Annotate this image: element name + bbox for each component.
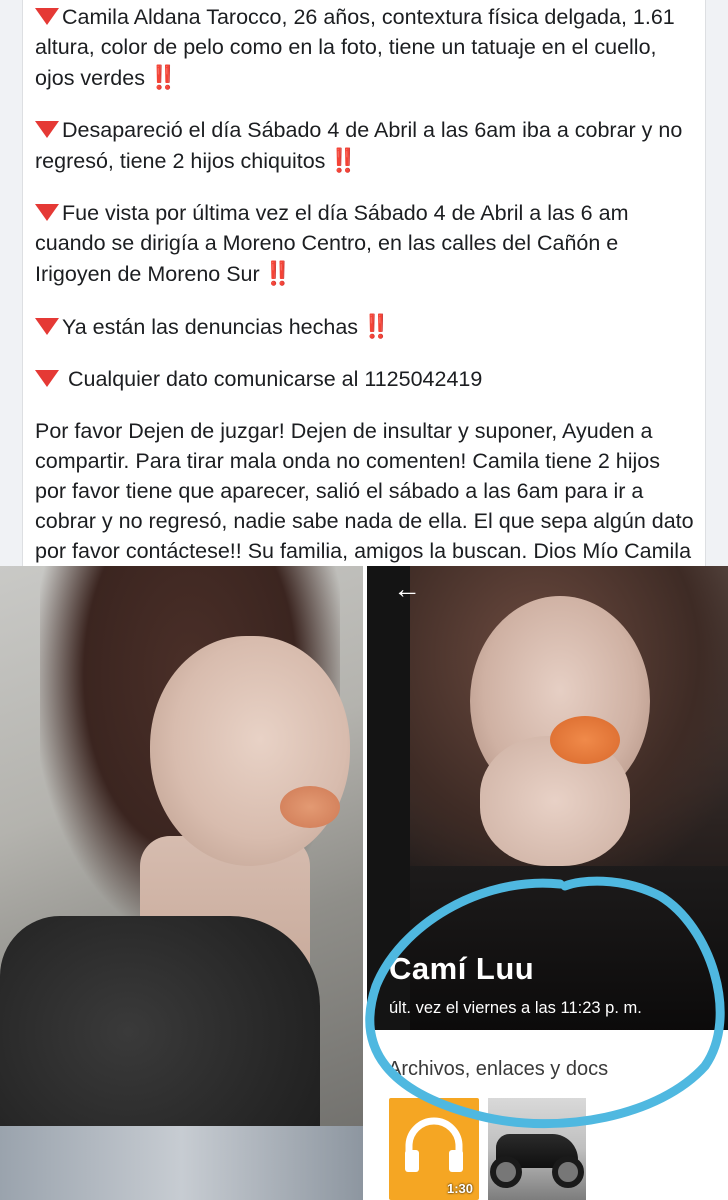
paragraph-text: Camila Aldana Tarocco, 26 años, contextu… [35, 5, 675, 90]
audio-duration: 1:30 [446, 1181, 473, 1196]
post-paragraph-disappearance: Desapareció el día Sábado 4 de Abril a l… [35, 115, 695, 176]
files-links-docs-label[interactable]: Archivos, enlaces y docs [388, 1058, 608, 1081]
photo-jeans [0, 1126, 363, 1200]
paragraph-text: Cualquier dato comunicarse al 1125042419 [62, 367, 483, 391]
motorcycle-wheel [552, 1156, 584, 1188]
post-paragraph-contact: Cualquier dato comunicarse al 1125042419 [35, 364, 695, 394]
contact-name: Camí Luu [389, 951, 535, 986]
red-triangle-icon [35, 121, 59, 138]
paragraph-text: Ya están las denuncias hechas [62, 315, 359, 339]
motorcycle-image-thumbnail[interactable] [488, 1098, 586, 1200]
selfie-photo[interactable] [0, 566, 363, 1200]
double-exclamation-icon: ‼️ [148, 64, 178, 90]
files-section: Archivos, enlaces y docs 1:30 [367, 1030, 728, 1200]
red-triangle-icon [35, 318, 59, 335]
photo-face [150, 636, 350, 866]
headphones-icon [405, 1117, 463, 1172]
chat-profile-screenshot[interactable]: ← Camí Luu últ. vez el viernes a las 11:… [367, 566, 728, 1200]
post-paragraph-description: Camila Aldana Tarocco, 26 años, contextu… [35, 2, 695, 93]
audio-file-thumbnail[interactable]: 1:30 [389, 1098, 479, 1200]
post-text-card: Camila Aldana Tarocco, 26 años, contextu… [22, 0, 706, 593]
red-triangle-icon [35, 8, 59, 25]
paragraph-text: Desapareció el día Sábado 4 de Abril a l… [35, 118, 683, 173]
motorcycle-wheel [490, 1156, 522, 1188]
post-paragraph-reports: Ya están las denuncias hechas ‼️ [35, 311, 695, 342]
post-background: Camila Aldana Tarocco, 26 años, contextu… [0, 0, 728, 593]
post-paragraph-last-seen: Fue vista por última vez el día Sábado 4… [35, 198, 695, 289]
back-arrow-icon[interactable]: ← [393, 574, 423, 604]
photo-lips [280, 786, 340, 828]
double-exclamation-icon: ‼️ [263, 260, 293, 286]
red-triangle-icon [35, 204, 59, 221]
last-seen-status: últ. vez el viernes a las 11:23 p. m. [389, 999, 642, 1017]
double-exclamation-icon: ‼️ [329, 147, 358, 173]
photo-collage: ← Camí Luu últ. vez el viernes a las 11:… [0, 566, 728, 1200]
photo-lips [550, 716, 620, 764]
red-triangle-icon [35, 370, 59, 387]
double-exclamation-icon: ‼️ [362, 313, 391, 339]
paragraph-text: Fue vista por última vez el día Sábado 4… [35, 201, 629, 286]
